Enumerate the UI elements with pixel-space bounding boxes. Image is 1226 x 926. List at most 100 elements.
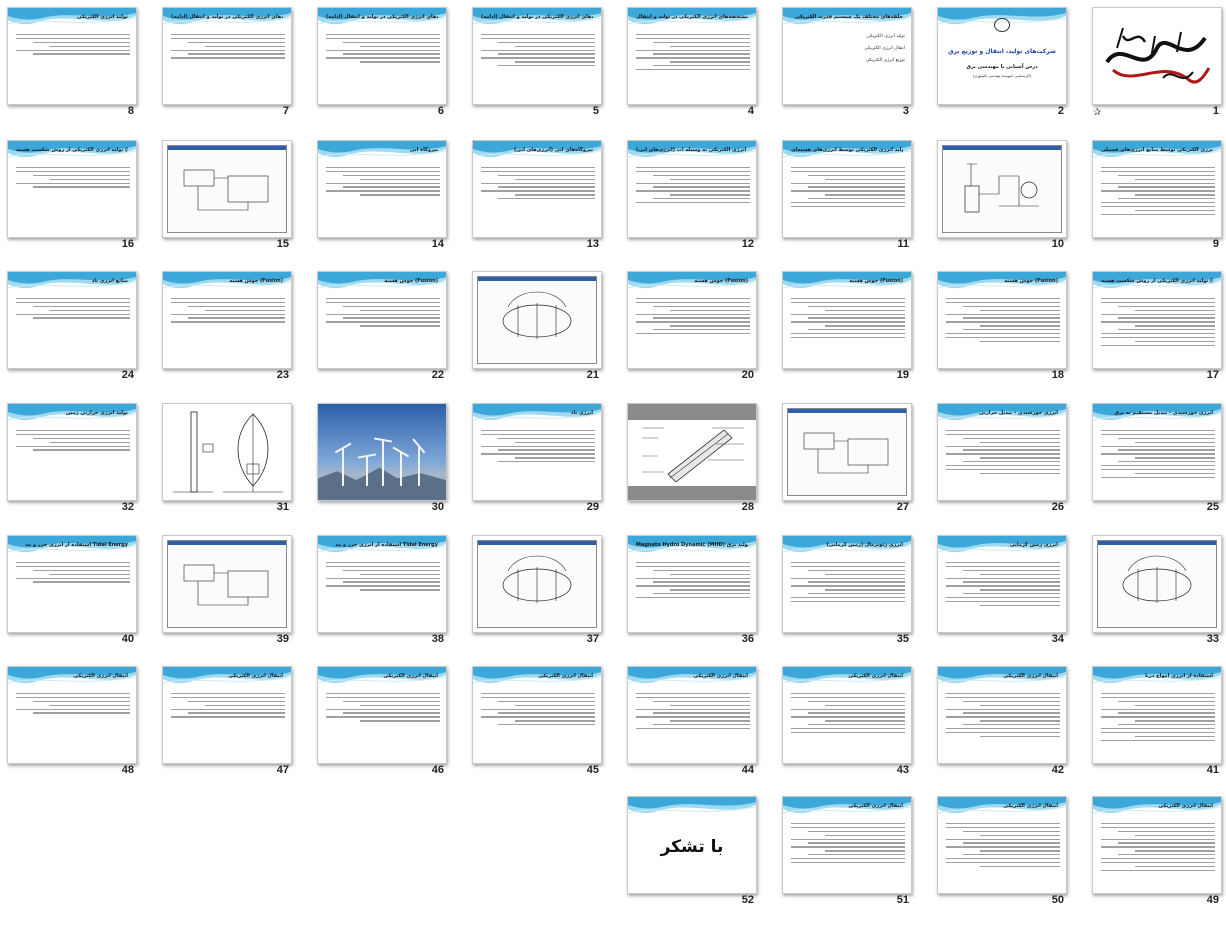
slide-8[interactable]: تولید انرژی الکتریکی 8 [4,4,159,137]
slide-thumbnail[interactable]: انتقال انرژی الکتریکی [937,666,1067,764]
slide-thumbnail[interactable]: انرژی خورشیدی – تبدیل مستقیم به برق [1092,403,1222,501]
slide-thumbnail[interactable]: با تشکر [627,796,757,894]
slide-thumbnail[interactable]: جوش هسته (Fusion) [627,271,757,369]
slide-thumbnail[interactable] [1092,7,1222,105]
slide-20[interactable]: جوش هسته (Fusion) 20 [624,268,779,401]
slide-17[interactable]: تولید انرژی الکتریکی از روش شکست هسته (F… [1089,268,1226,401]
slide-15[interactable]: 15 [159,137,314,270]
slide-thumbnail[interactable]: انرژی زمین گرمایی [937,535,1067,633]
slide-thumbnail[interactable]: انتقال انرژی الکتریکی [7,666,137,764]
slide-43[interactable]: انتقال انرژی الکتریکی 43 [779,663,934,796]
slide-thumbnail[interactable]: تولید انرژی الکتریکی توسط انرژی‌های هسته… [782,140,912,238]
slide-thumbnail[interactable]: استفاده از انرژی جزر و مد Tidal Energy [317,535,447,633]
slide-27[interactable]: 27 [779,400,934,533]
slide-thumbnail[interactable] [162,140,292,238]
slide-44[interactable]: انتقال انرژی الکتریکی 44 [624,663,779,796]
slide-35[interactable]: انرژی ژئوترمال (زمین گرمایی) 35 [779,532,934,665]
slide-thumbnail[interactable]: نیروگاه آبی [317,140,447,238]
slide-thumbnail[interactable]: استفاده از انرژی امواج دریا [1092,666,1222,764]
slide-29[interactable]: انرژی باد 29 [469,400,624,533]
slide-7[interactable]: مشخصه‌های انرژی الکتریکی در تولید و انتق… [159,4,314,137]
slide-10[interactable]: 10 [934,137,1089,270]
slide-thumbnail[interactable]: انتقال انرژی الکتریکی [1092,796,1222,894]
slide-thumbnail[interactable] [937,140,1067,238]
slide-thumbnail[interactable] [162,403,292,501]
slide-thumbnail[interactable] [782,403,912,501]
slide-21[interactable]: 21 [469,268,624,401]
slide-51[interactable]: انتقال انرژی الکتریکی 51 [779,793,934,926]
slide-thumbnail[interactable]: انتقال انرژی الکتریکی [472,666,602,764]
slide-50[interactable]: انتقال انرژی الکتریکی 50 [934,793,1089,926]
slide-thumbnail[interactable]: جوش هسته (Fusion) [782,271,912,369]
slide-40[interactable]: استفاده از انرژی جزر و مد Tidal Energy 40 [4,532,159,665]
slide-thumbnail[interactable]: مشخصه‌های انرژی الکتریکی در تولید و انتق… [627,7,757,105]
slide-thumbnail[interactable]: انتقال انرژی الکتریکی [937,796,1067,894]
slide-19[interactable]: جوش هسته (Fusion) 19 [779,268,934,401]
slide-thumbnail[interactable]: مشخصه‌های انرژی الکتریکی در تولید و انتق… [317,7,447,105]
slide-thumbnail[interactable]: Magneto Hydro Dynamic (MHD) تولید برق [627,535,757,633]
slide-thumbnail[interactable]: شرکت‌های تولید، انتقال و توزیع برق درس آش… [937,7,1067,105]
slide-thumbnail[interactable] [162,535,292,633]
slide-thumbnail[interactable]: انتقال انرژی الکتریکی [782,796,912,894]
slide-33[interactable]: 33 [1089,532,1226,665]
slide-42[interactable]: انتقال انرژی الکتریکی 42 [934,663,1089,796]
slide-28[interactable]: 28 [624,400,779,533]
slide-thumbnail[interactable]: انرژی باد [472,403,602,501]
slide-32[interactable]: تولید انرژی حرارتی زمین 32 [4,400,159,533]
slide-25[interactable]: انرژی خورشیدی – تبدیل مستقیم به برق 25 [1089,400,1226,533]
slide-37[interactable]: 37 [469,532,624,665]
slide-13[interactable]: نیروگاه‌های آبی (انرژی‌های آبی) 13 [469,137,624,270]
slide-47[interactable]: انتقال انرژی الکتریکی 47 [159,663,314,796]
slide-thumbnail[interactable] [627,403,757,501]
slide-23[interactable]: جوش هسته (Fusion) 23 [159,268,314,401]
slide-5[interactable]: مشخصه‌های انرژی الکتریکی در تولید و انتق… [469,4,624,137]
slide-thumbnail[interactable]: انتقال انرژی الکتریکی [627,666,757,764]
slide-thumbnail[interactable]: انتقال انرژی الکتریکی [782,666,912,764]
slide-14[interactable]: نیروگاه آبی 14 [314,137,469,270]
slide-2[interactable]: شرکت‌های تولید، انتقال و توزیع برق درس آش… [934,4,1089,137]
slide-thumbnail[interactable]: تولید انرژی الکتریکی به وسیله آب (انرژی‌… [627,140,757,238]
slide-4[interactable]: مشخصه‌های انرژی الکتریکی در تولید و انتق… [624,4,779,137]
slide-thumbnail[interactable]: نیروگاه‌های آبی (انرژی‌های آبی) [472,140,602,238]
slide-thumbnail[interactable]: تولید انرژی الکتریکی از روش شکست هسته (F… [7,140,137,238]
slide-39[interactable]: 39 [159,532,314,665]
slide-thumbnail[interactable] [1092,535,1222,633]
slide-3[interactable]: حلقه‌های مختلف یک سیستم قدرت الکتریکی تول… [779,4,934,137]
slide-thumbnail[interactable]: مشخصه‌های انرژی الکتریکی در تولید و انتق… [162,7,292,105]
slide-26[interactable]: انرژی خورشیدی – تبدیل حرارتی 26 [934,400,1089,533]
slide-thumbnail[interactable]: تولید انرژی الکتریکی از روش شکست هسته (F… [1092,271,1222,369]
slide-45[interactable]: انتقال انرژی الکتریکی 45 [469,663,624,796]
slide-52[interactable]: با تشکر 52 [624,793,779,926]
slide-thumbnail[interactable]: انرژی ژئوترمال (زمین گرمایی) [782,535,912,633]
slide-12[interactable]: تولید انرژی الکتریکی به وسیله آب (انرژی‌… [624,137,779,270]
slide-thumbnail[interactable]: جوش هسته (Fusion) [317,271,447,369]
slide-36[interactable]: Magneto Hydro Dynamic (MHD) تولید برق 36 [624,532,779,665]
slide-41[interactable]: استفاده از انرژی امواج دریا 41 [1089,663,1226,796]
slide-46[interactable]: انتقال انرژی الکتریکی 46 [314,663,469,796]
slide-thumbnail[interactable]: انتقال انرژی الکتریکی [317,666,447,764]
slide-thumbnail[interactable] [317,403,447,501]
slide-34[interactable]: انرژی زمین گرمایی 34 [934,532,1089,665]
slide-thumbnail[interactable] [472,535,602,633]
slide-9[interactable]: تولید انرژی الکتریکی توسط منابع انرژی‌ها… [1089,137,1226,270]
slide-thumbnail[interactable]: منابع انرژی باد [7,271,137,369]
slide-18[interactable]: جوش هسته (Fusion) 18 [934,268,1089,401]
slide-thumbnail[interactable]: انرژی خورشیدی – تبدیل حرارتی [937,403,1067,501]
slide-11[interactable]: تولید انرژی الکتریکی توسط انرژی‌های هسته… [779,137,934,270]
slide-22[interactable]: جوش هسته (Fusion) 22 [314,268,469,401]
slide-16[interactable]: تولید انرژی الکتریکی از روش شکست هسته (F… [4,137,159,270]
slide-31[interactable]: 31 [159,400,314,533]
slide-38[interactable]: استفاده از انرژی جزر و مد Tidal Energy 38 [314,532,469,665]
slide-48[interactable]: انتقال انرژی الکتریکی 48 [4,663,159,796]
slide-6[interactable]: مشخصه‌های انرژی الکتریکی در تولید و انتق… [314,4,469,137]
slide-thumbnail[interactable]: تولید انرژی الکتریکی [7,7,137,105]
slide-thumbnail[interactable]: جوش هسته (Fusion) [162,271,292,369]
slide-30[interactable]: 30 [314,400,469,533]
slide-24[interactable]: منابع انرژی باد 24 [4,268,159,401]
slide-49[interactable]: انتقال انرژی الکتریکی 49 [1089,793,1226,926]
slide-thumbnail[interactable]: انتقال انرژی الکتریکی [162,666,292,764]
slide-thumbnail[interactable]: مشخصه‌های انرژی الکتریکی در تولید و انتق… [472,7,602,105]
slide-thumbnail[interactable]: حلقه‌های مختلف یک سیستم قدرت الکتریکی تول… [782,7,912,105]
slide-thumbnail[interactable]: تولید انرژی الکتریکی توسط منابع انرژی‌ها… [1092,140,1222,238]
slide-1[interactable]: 1 ✰ [1089,4,1226,137]
